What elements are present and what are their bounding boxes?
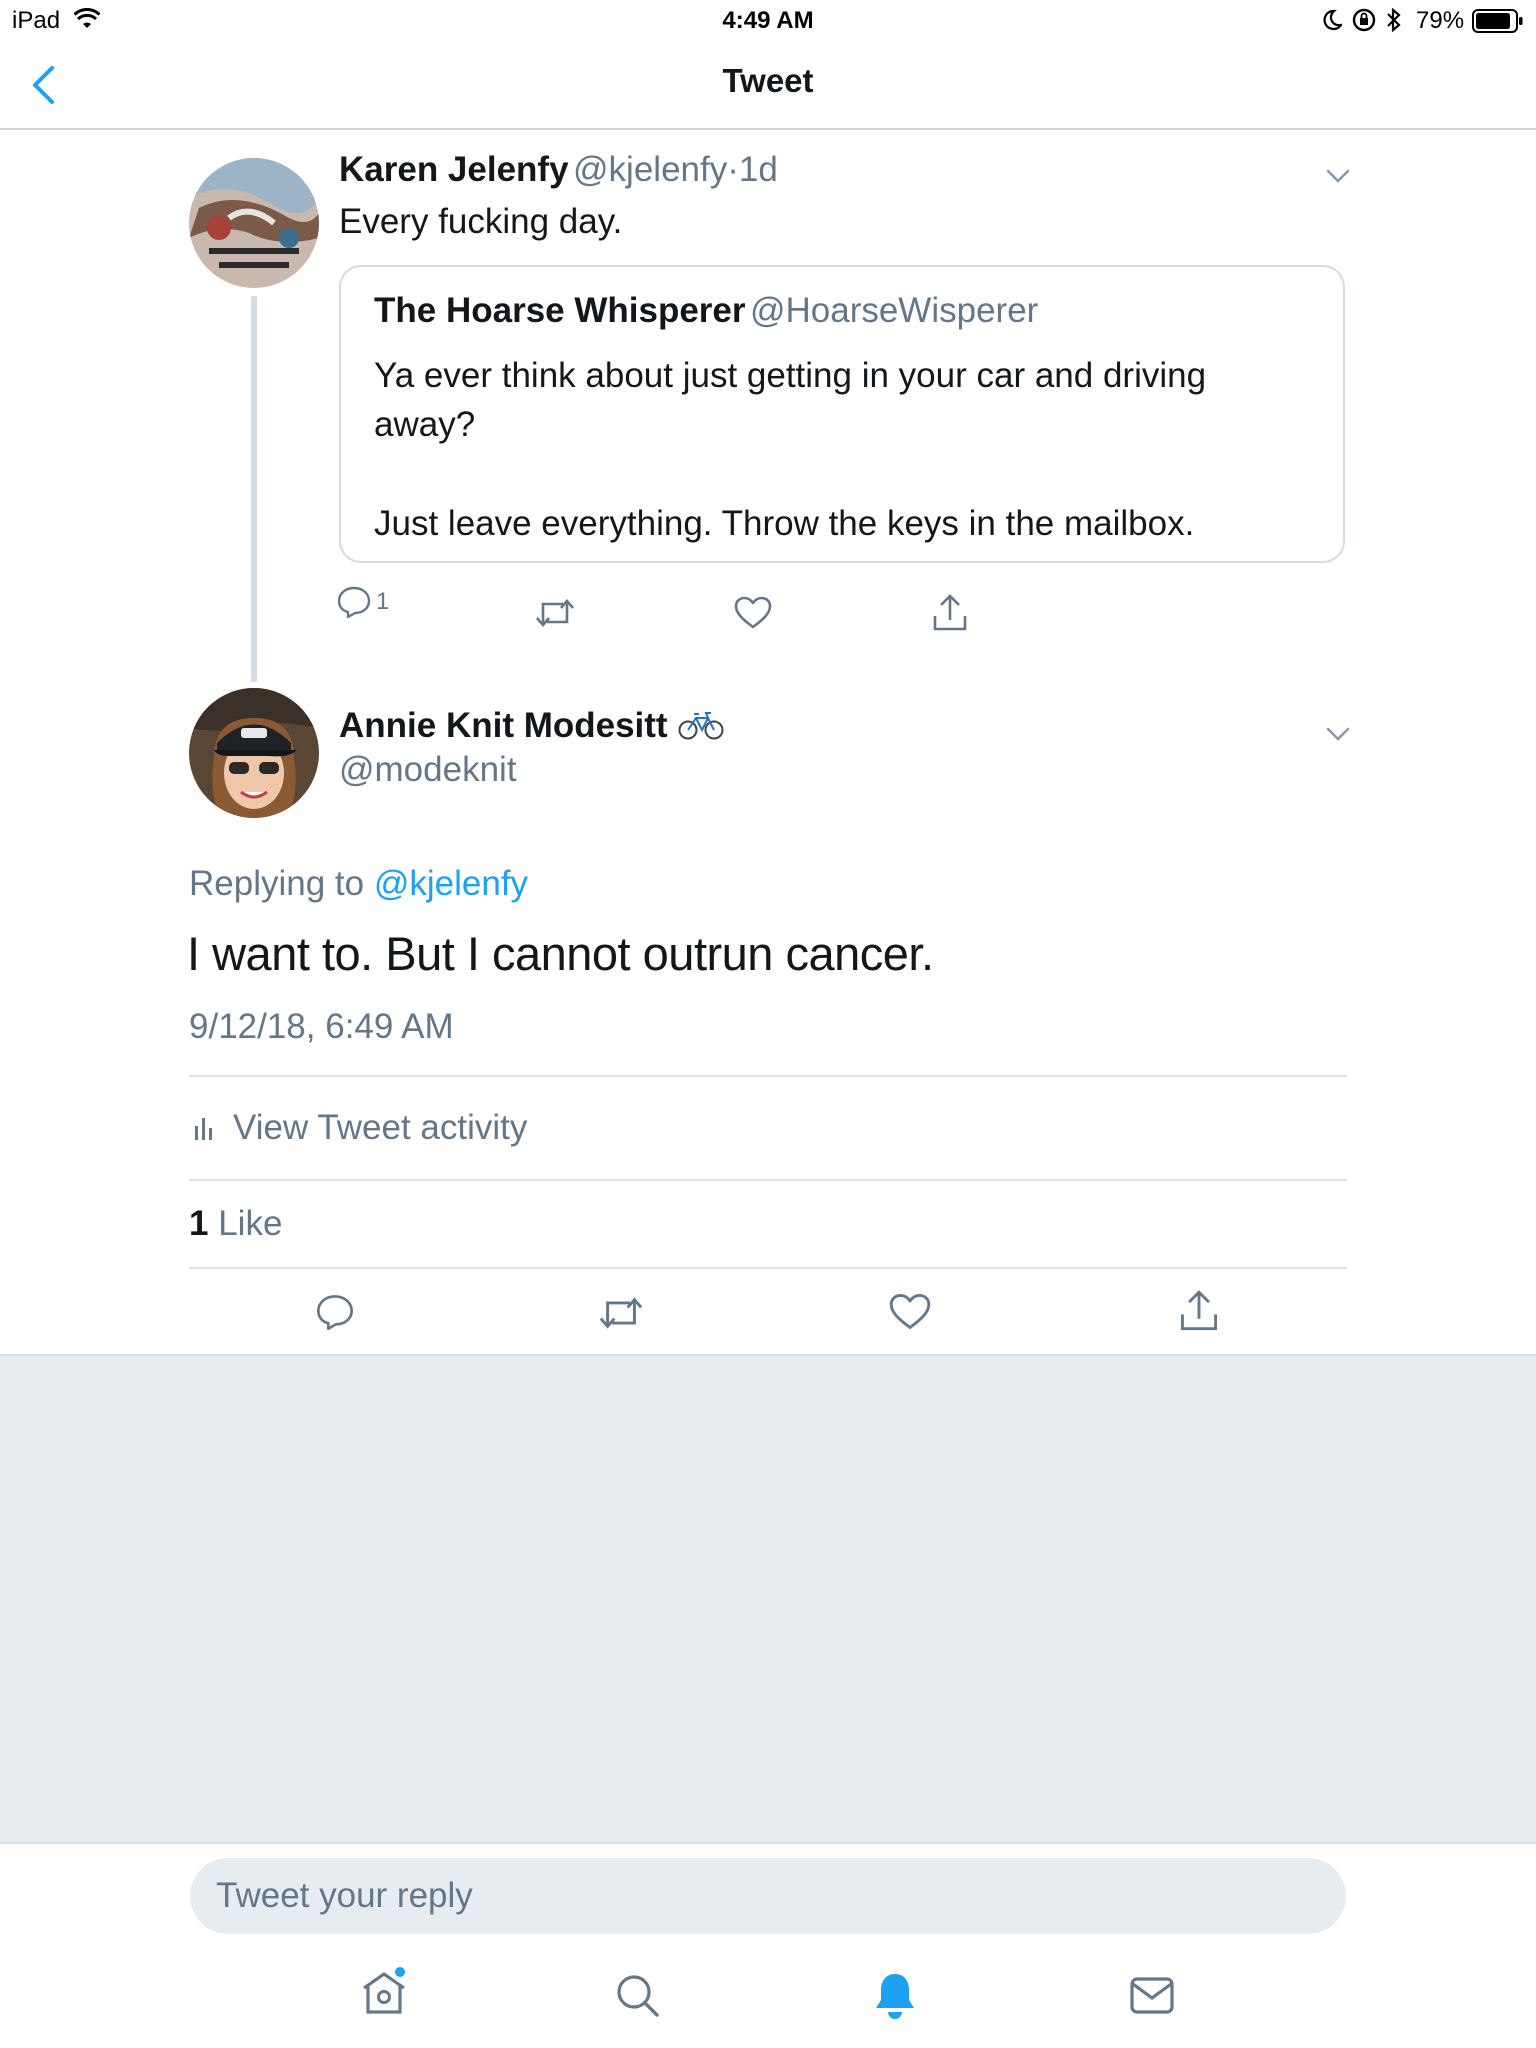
parent-author-handle: @kjelenfy — [573, 150, 728, 189]
chevron-down-icon[interactable] — [1326, 168, 1350, 184]
quoted-text-line3: Just leave everything. Throw the keys in… — [374, 504, 1195, 543]
notifications-bell-icon[interactable] — [872, 1970, 918, 2020]
divider — [189, 1267, 1347, 1269]
parent-tweet-text: Every fucking day. — [339, 202, 623, 241]
parent-tweet-header: Karen Jelenfy @kjelenfy·1d — [339, 150, 778, 190]
thread-line — [251, 296, 257, 682]
like-icon[interactable] — [889, 1293, 931, 1331]
likes-summary[interactable]: 1 Like — [189, 1204, 282, 1244]
reply-icon[interactable] — [336, 584, 372, 620]
avatar-karen[interactable] — [189, 158, 319, 288]
battery-icon — [1472, 9, 1524, 33]
messages-icon[interactable] — [1129, 1976, 1175, 2016]
reply-input[interactable] — [190, 1858, 1346, 1934]
chevron-down-icon[interactable] — [1326, 726, 1350, 742]
avatar-annie[interactable] — [189, 688, 319, 818]
page-title: Tweet — [722, 62, 814, 99]
view-tweet-activity[interactable]: View Tweet activity — [193, 1108, 527, 1148]
battery-percent: 79% — [1416, 7, 1465, 34]
reply-count: 1 — [376, 588, 390, 615]
status-time: 4:49 AM — [722, 7, 814, 34]
empty-content-area — [0, 1356, 1536, 1842]
quoted-tweet-card[interactable]: The Hoarse Whisperer @HoarseWisperer Ya … — [339, 265, 1345, 563]
quoted-tweet-header: The Hoarse Whisperer @HoarseWisperer — [374, 291, 1038, 331]
parent-author-name[interactable]: Karen Jelenfy — [339, 150, 569, 189]
retweet-icon[interactable] — [535, 596, 575, 630]
tweet-timestamp: 9/12/18, 6:49 AM — [189, 1007, 454, 1046]
retweet-icon[interactable] — [598, 1294, 644, 1332]
parent-tweet-age: 1d — [738, 150, 778, 189]
quoted-author-handle: @HoarseWisperer — [749, 291, 1039, 330]
quoted-text-line1: Ya ever think about just getting in your… — [374, 356, 1207, 395]
reply-action[interactable]: 1 — [336, 584, 389, 620]
main-author-name: Annie Knit Modesitt — [339, 706, 668, 745]
nav-bar: Tweet — [0, 42, 1536, 130]
main-author-handle: @modeknit — [339, 750, 517, 789]
activity-label: View Tweet activity — [233, 1108, 528, 1147]
bluetooth-icon — [1386, 8, 1402, 32]
analytics-icon — [193, 1114, 215, 1142]
quoted-author-name: The Hoarse Whisperer — [374, 291, 746, 330]
divider — [189, 1075, 1347, 1077]
likes-label: Like — [218, 1204, 283, 1243]
reply-icon[interactable] — [315, 1292, 355, 1332]
separator-dot: · — [727, 150, 739, 189]
main-tweet-text: I want to. But I cannot outrun cancer. — [187, 927, 934, 980]
likes-count: 1 — [189, 1204, 209, 1243]
search-icon[interactable] — [614, 1972, 660, 2018]
status-bar: iPad 4:49 AM 79% — [0, 0, 1536, 42]
replying-prefix: Replying to — [189, 864, 365, 903]
share-icon[interactable] — [1179, 1290, 1219, 1332]
rotation-lock-icon — [1352, 8, 1376, 32]
bicycle-emoji — [678, 711, 724, 741]
quoted-text-line2: away? — [374, 405, 476, 444]
share-icon[interactable] — [932, 594, 968, 632]
moon-icon — [1322, 9, 1342, 31]
replying-handle-link[interactable]: @kjelenfy — [374, 864, 528, 903]
home-icon[interactable] — [358, 1966, 410, 2018]
main-tweet-author[interactable]: Annie Knit Modesitt — [339, 706, 724, 746]
divider — [189, 1179, 1347, 1181]
like-icon[interactable] — [734, 596, 772, 630]
replying-to: Replying to @kjelenfy — [189, 864, 528, 904]
